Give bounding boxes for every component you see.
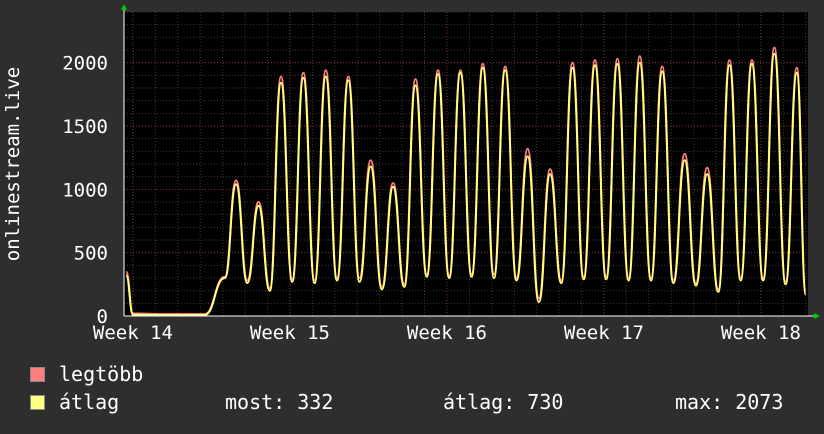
chart: 0 500 1000 1500 2000 Week 14 Week 15 Week 16 Wee… bbox=[0, 0, 824, 430]
y-axis-label: onlinestream.live bbox=[2, 67, 24, 261]
y-tick-label: 1000 bbox=[62, 179, 108, 201]
x-tick-label: Week 15 bbox=[250, 322, 330, 344]
legend-max-label: legtöbb bbox=[59, 362, 144, 386]
stat-current: most: 332 bbox=[225, 390, 334, 414]
y-axis-arrow bbox=[121, 4, 127, 10]
stat-maximum: max: 2073 bbox=[675, 390, 784, 414]
x-tick-label: Week 17 bbox=[564, 322, 644, 344]
legend-avg-label: átlag bbox=[59, 390, 120, 414]
y-tick-label: 500 bbox=[74, 243, 108, 265]
y-tick-label: 2000 bbox=[62, 53, 108, 75]
y-tick-label: 1500 bbox=[62, 116, 108, 138]
x-tick-label: Week 14 bbox=[93, 322, 173, 344]
legend-avg-swatch bbox=[30, 395, 45, 410]
x-tick-label: Week 16 bbox=[407, 322, 487, 344]
stat-average: átlag: 730 bbox=[443, 390, 564, 414]
legend-max-swatch bbox=[30, 367, 45, 382]
x-axis-arrow bbox=[814, 313, 820, 319]
x-tick-label: Week 18 bbox=[721, 322, 801, 344]
